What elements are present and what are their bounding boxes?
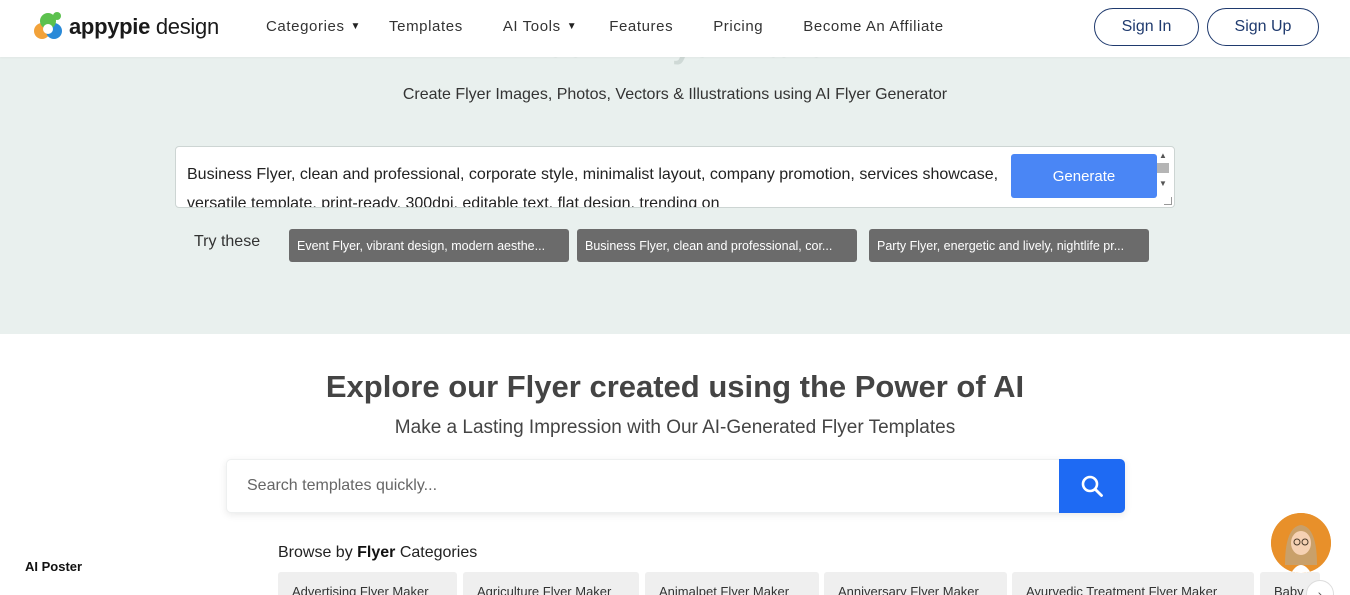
hero-title: Free AI Flyer Maker [0, 57, 1350, 66]
category-chip[interactable]: Ayurvedic Treatment Flyer Maker [1012, 572, 1254, 595]
prompt-text[interactable]: Business Flyer, clean and professional, … [187, 160, 1007, 207]
scroll-down-icon[interactable]: ▼ [1156, 179, 1170, 189]
main-nav: Categories ▼ Templates AI Tools ▼ Features… [266, 18, 944, 35]
avatar-illustration [1271, 513, 1331, 573]
sign-up-button[interactable]: Sign Up [1207, 8, 1319, 46]
sign-in-button[interactable]: Sign In [1094, 8, 1199, 46]
nav-ai-tools[interactable]: AI Tools ▼ [503, 18, 577, 35]
nav-pricing[interactable]: Pricing [713, 18, 763, 35]
scroll-thumb[interactable] [1157, 163, 1169, 173]
resize-grip-icon[interactable] [1164, 197, 1172, 205]
nav-become-affiliate[interactable]: Become An Affiliate [803, 18, 943, 35]
suggestion-chip-business[interactable]: Business Flyer, clean and professional, … [577, 229, 857, 262]
hero-section: Free AI Flyer Maker Create Flyer Images,… [0, 57, 1350, 334]
caret-down-icon: ▼ [566, 21, 578, 32]
appypie-logo-icon [34, 12, 62, 39]
caret-down-icon: ▼ [350, 21, 362, 32]
chevron-right-icon[interactable]: › [1306, 580, 1334, 595]
try-these-label: Try these [194, 233, 261, 250]
assistant-avatar-icon[interactable] [1271, 513, 1331, 573]
template-search [226, 459, 1125, 513]
logo[interactable]: appypie design [33, 11, 219, 43]
scroll-up-icon[interactable]: ▲ [1156, 151, 1170, 161]
category-chip[interactable]: Animalpet Flyer Maker [645, 572, 819, 595]
prompt-textarea[interactable]: Business Flyer, clean and professional, … [175, 146, 1175, 208]
search-button[interactable] [1059, 459, 1125, 513]
nav-features[interactable]: Features [609, 18, 673, 35]
category-chip[interactable]: Anniversary Flyer Maker [824, 572, 1007, 595]
search-icon [1081, 475, 1103, 497]
logo-wordmark: appypie design [69, 14, 219, 39]
category-chip[interactable]: Advertising Flyer Maker [278, 572, 457, 595]
explore-title: Explore our Flyer created using the Powe… [325, 369, 1025, 404]
suggestion-chip-party[interactable]: Party Flyer, energetic and lively, night… [869, 229, 1149, 262]
sidebar-ai-poster[interactable]: AI Poster [25, 559, 82, 574]
browse-categories-title: Browse by Flyer Categories [278, 544, 478, 561]
category-chip[interactable]: Agriculture Flyer Maker [463, 572, 639, 595]
site-header: appypie design Categories ▼ Templates AI … [0, 0, 1350, 57]
explore-subtitle: Make a Lasting Impression with Our AI-Ge… [394, 417, 956, 438]
nav-templates[interactable]: Templates [389, 18, 463, 35]
suggestion-chip-event[interactable]: Event Flyer, vibrant design, modern aest… [289, 229, 569, 262]
generate-button[interactable]: Generate [1011, 154, 1157, 198]
hero-subtitle: Create Flyer Images, Photos, Vectors & I… [402, 86, 948, 103]
search-input[interactable] [227, 460, 1059, 512]
nav-categories[interactable]: Categories ▼ [266, 18, 361, 35]
